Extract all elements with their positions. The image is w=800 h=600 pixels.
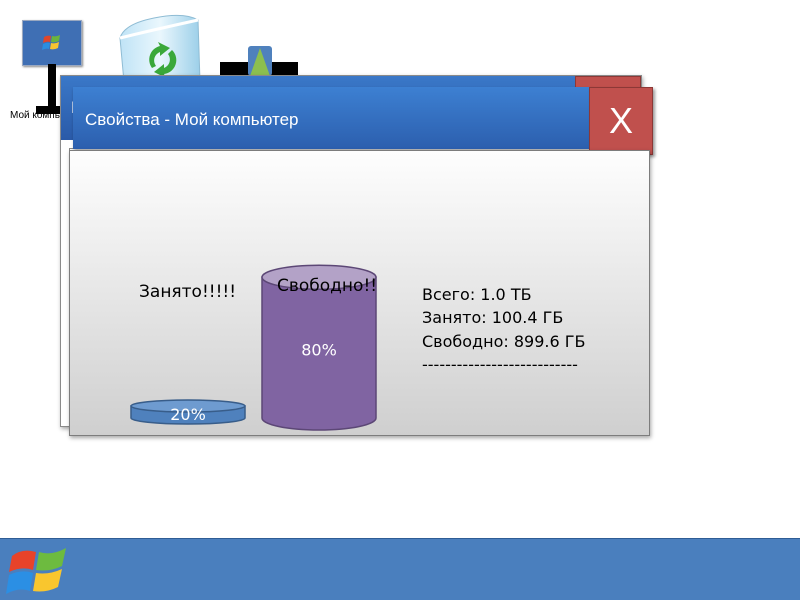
free-label: Свободно!! <box>277 276 378 296</box>
monitor-screen <box>22 20 82 66</box>
used-cylinder: 20% <box>130 399 246 425</box>
windows-logo-icon <box>42 35 60 50</box>
used-percent-label: 20% <box>170 405 206 424</box>
start-button[interactable] <box>6 542 72 600</box>
taskbar <box>0 538 800 600</box>
window-titlebar[interactable]: Свойства - Мой компьютер <box>73 87 591 149</box>
window-title: Свойства - Мой компьютер <box>85 110 299 129</box>
monitor-stand <box>48 64 56 112</box>
window-client-area: 20% 80% Занято!!!!! Свободно!! Всего: 1.… <box>69 150 650 436</box>
close-button[interactable]: X <box>589 87 653 155</box>
used-size-text: Занято: 100.4 ГБ <box>422 308 564 327</box>
recycle-bin-icon[interactable] <box>114 12 204 82</box>
windows-logo-icon <box>6 548 66 594</box>
used-label: Занято!!!!! <box>139 282 237 302</box>
separator-line: --------------------------- <box>422 355 578 374</box>
total-size-text: Всего: 1.0 ТБ <box>422 285 532 304</box>
free-percent-label: 80% <box>301 341 337 360</box>
free-size-text: Свободно: 899.6 ГБ <box>422 332 586 351</box>
properties-window[interactable]: Свойства - Мой компьютер X 20% 80% Занят… <box>69 87 653 436</box>
